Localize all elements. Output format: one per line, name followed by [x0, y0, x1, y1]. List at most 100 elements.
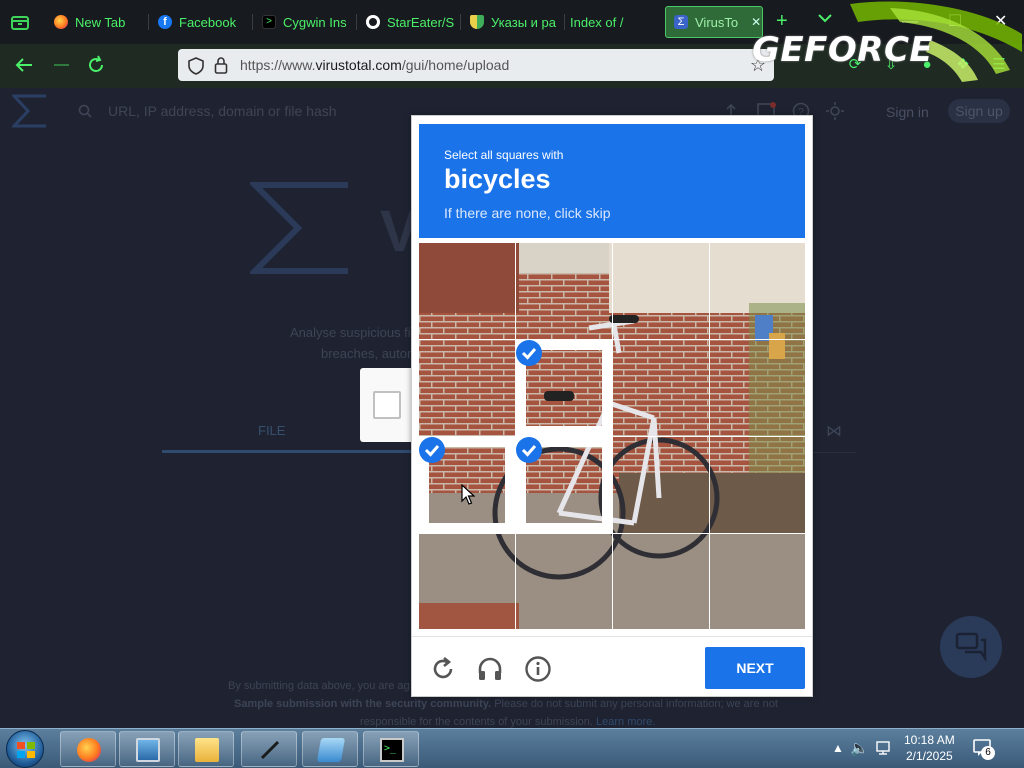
captcha-tile[interactable] [613, 340, 709, 436]
taskbar-computer[interactable] [119, 731, 175, 767]
network-icon[interactable] [876, 741, 894, 758]
vt-search-input[interactable]: URL, IP address, domain or file hash [108, 103, 337, 119]
close-window-button[interactable]: ✕ [994, 12, 1007, 32]
volume-icon[interactable]: 🔈 [850, 739, 869, 757]
tab-label: Index of / [570, 14, 624, 30]
back-arrow-icon[interactable] [14, 55, 34, 79]
info-icon[interactable] [524, 655, 552, 683]
virustotal-hero-logo [250, 182, 348, 274]
folder-icon [195, 738, 219, 762]
url-path: /gui/home/upload [401, 57, 510, 73]
sign-up-button[interactable]: Sign up [948, 99, 1010, 123]
captcha-tile[interactable] [613, 243, 709, 339]
instruction-prefix: Select all squares with [444, 148, 564, 162]
virustotal-logo-icon[interactable] [12, 94, 48, 128]
vt-footer-text: Please do not submit any personal inform… [491, 698, 778, 710]
selected-check-icon [419, 437, 445, 463]
taskbar-file-explorer[interactable] [178, 731, 234, 767]
captcha-tile[interactable] [516, 340, 612, 436]
minimize-button[interactable]: — [902, 12, 918, 32]
virtual-machine-icon [316, 738, 346, 762]
tab-label: Указы и ра [491, 14, 556, 30]
menu-hamburger-icon[interactable]: ☰ [990, 56, 1008, 74]
tab-new-tab[interactable]: New Tab [46, 6, 146, 38]
extension-grammar-icon[interactable]: ⟳ [846, 56, 864, 74]
challenge-footer: NEXT [412, 636, 812, 696]
downloads-icon[interactable]: ⇩ [882, 56, 900, 74]
tab-file[interactable]: FILE [258, 423, 285, 438]
challenge-instructions: Select all squares with bicycles If ther… [419, 124, 805, 238]
reload-icon[interactable] [86, 55, 106, 79]
captcha-tile[interactable] [516, 243, 612, 339]
captcha-tile[interactable] [516, 534, 612, 630]
tab-facebook[interactable]: f Facebook [150, 6, 250, 38]
github-icon [366, 15, 380, 29]
vt-footer-line: By submitting data above, you are ag [228, 680, 410, 692]
search-code-icon[interactable]: ⋈ [826, 421, 842, 441]
account-icon[interactable]: ● [918, 56, 936, 74]
system-clock[interactable]: 10:18 AM 2/1/2025 [904, 732, 955, 764]
address-bar[interactable]: https://www.virustotal.com/gui/home/uplo… [178, 49, 774, 81]
tab-ukazy[interactable]: Указы и ра [462, 6, 562, 38]
captcha-tile[interactable] [710, 437, 806, 533]
theme-sun-icon[interactable] [826, 102, 844, 120]
maximize-button[interactable]: ☐ [948, 12, 962, 32]
captcha-tile[interactable] [710, 534, 806, 630]
selected-check-icon [516, 340, 542, 366]
tab-overview-icon[interactable] [10, 12, 30, 32]
tile-photo [613, 437, 709, 533]
bookmark-star-icon[interactable]: ☆ [750, 55, 766, 76]
tile-photo [710, 534, 805, 629]
reload-challenge-icon[interactable] [429, 655, 457, 683]
next-button[interactable]: NEXT [705, 647, 805, 689]
vt-footer-bold: Sample submission with the security comm… [234, 698, 492, 710]
tracking-shield-icon[interactable] [188, 57, 204, 80]
extensions-puzzle-icon[interactable]: ❖ [954, 56, 972, 74]
taskbar-firefox[interactable] [60, 731, 116, 767]
captcha-tile[interactable] [613, 534, 709, 630]
tab-index-of[interactable]: Index of / [562, 6, 662, 38]
tab-separator [252, 14, 253, 30]
captcha-tile[interactable] [613, 437, 709, 533]
url-domain: virustotal.com [315, 57, 402, 73]
windows-start-button[interactable] [6, 730, 44, 768]
captcha-tile[interactable] [419, 340, 515, 436]
captcha-tile[interactable] [710, 340, 806, 436]
url-text[interactable]: https://www.virustotal.com/gui/home/uplo… [240, 57, 509, 73]
tile-photo [613, 534, 709, 629]
firefox-icon [77, 738, 101, 762]
forward-arrow-icon[interactable] [52, 55, 72, 79]
image-grid [419, 243, 805, 629]
tab-cygwin[interactable]: > Cygwin Ins [254, 6, 354, 38]
chat-support-button[interactable] [940, 616, 1002, 678]
tile-photo [419, 243, 515, 339]
chevron-down-icon[interactable] [818, 10, 832, 26]
tab-label: StarEater/S [387, 14, 455, 30]
instruction-suffix: If there are none, click skip [444, 205, 611, 221]
captcha-tile[interactable] [419, 534, 515, 630]
tile-photo [419, 534, 515, 629]
captcha-tile[interactable] [419, 243, 515, 339]
taskbar-pen-app[interactable] [241, 731, 297, 767]
vt-description-line: Analyse suspicious fi [290, 325, 411, 340]
recaptcha-checkbox[interactable] [373, 391, 401, 419]
tab-virustotal[interactable]: Σ VirusTo ✕ [665, 6, 763, 38]
tab-github[interactable]: StarEater/S [358, 6, 458, 38]
sign-in-link[interactable]: Sign in [886, 104, 929, 120]
lock-icon[interactable] [214, 56, 228, 79]
learn-more-link[interactable]: Learn more. [596, 716, 655, 728]
firefox-icon [54, 15, 68, 29]
audio-challenge-headphones-icon[interactable] [476, 655, 504, 683]
tray-expand-icon[interactable]: ▲ [832, 741, 844, 755]
clock-date: 2/1/2025 [905, 749, 953, 763]
captcha-tile[interactable] [710, 243, 806, 339]
taskbar-terminal[interactable]: >_ [363, 731, 419, 767]
recaptcha-anchor-widget [360, 368, 416, 442]
close-tab-icon[interactable]: ✕ [751, 15, 761, 29]
taskbar-virtual-machine[interactable] [302, 731, 358, 767]
mouse-cursor-icon [461, 484, 475, 505]
captcha-tile[interactable] [516, 437, 612, 533]
new-tab-button[interactable]: + [776, 10, 788, 32]
tab-label: New Tab [75, 14, 126, 30]
tab-separator [356, 14, 357, 30]
